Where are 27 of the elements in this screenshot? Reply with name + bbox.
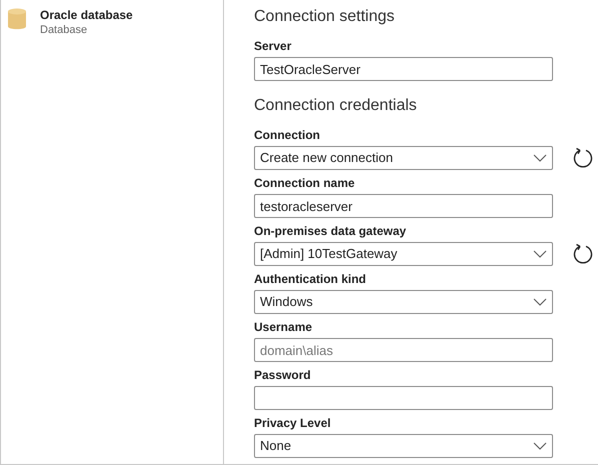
input-field[interactable]: TestOracleServer — [254, 57, 553, 81]
field-label: Username — [254, 319, 314, 335]
dropdown[interactable]: [Admin] 10TestGateway — [254, 242, 553, 266]
field-label: On-premises data gateway — [254, 223, 408, 239]
section-heading: Connection settings — [254, 7, 396, 27]
chevron-down-icon — [533, 154, 547, 162]
section-heading: Connection credentials — [254, 96, 418, 116]
input-field[interactable] — [254, 386, 553, 410]
dropdown[interactable]: Create new connection — [254, 146, 553, 170]
source-title: Oracle database — [40, 8, 133, 23]
field-label: Password — [254, 367, 312, 383]
source-subtitle: Database — [40, 23, 88, 38]
field-label: Connection — [254, 127, 321, 143]
field-label: Connection name — [254, 175, 356, 191]
database-icon — [8, 8, 26, 30]
field-label: Privacy Level — [254, 415, 332, 431]
refresh-icon[interactable] — [572, 243, 594, 265]
input-field[interactable]: testoracleserver — [254, 194, 553, 218]
chevron-down-icon — [533, 298, 547, 306]
field-label: Authentication kind — [254, 271, 367, 287]
chevron-down-icon — [533, 442, 547, 450]
chevron-down-icon — [533, 250, 547, 258]
refresh-icon[interactable] — [572, 147, 594, 169]
input-field[interactable]: domain\alias — [254, 338, 553, 362]
dropdown[interactable]: None — [254, 434, 553, 458]
field-label: Server — [254, 38, 292, 54]
dropdown[interactable]: Windows — [254, 290, 553, 314]
